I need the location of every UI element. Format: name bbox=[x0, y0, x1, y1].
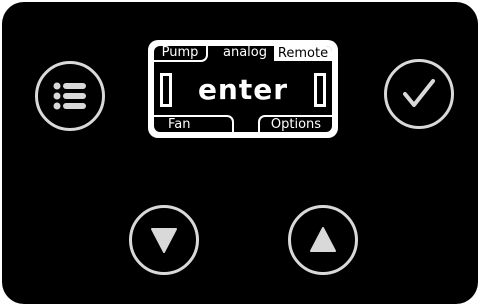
tab-options: Options bbox=[258, 115, 332, 132]
tab-pump: Pump bbox=[154, 46, 208, 62]
tab-fan: Fan bbox=[154, 115, 234, 132]
checkmark-icon bbox=[401, 78, 437, 110]
left-indicator-bar bbox=[160, 73, 172, 107]
right-indicator-bar bbox=[314, 73, 326, 107]
triangle-down-icon bbox=[149, 226, 179, 254]
menu-button[interactable] bbox=[35, 61, 105, 131]
triangle-up-icon bbox=[308, 226, 338, 254]
lcd-display: Pump analog Remote enter Fan Options bbox=[148, 40, 338, 138]
control-panel: Pump analog Remote enter Fan Options bbox=[2, 2, 478, 304]
lcd-screen: Pump analog Remote enter Fan Options bbox=[154, 46, 332, 132]
up-button[interactable] bbox=[288, 205, 358, 275]
tab-remote: Remote bbox=[274, 46, 332, 61]
confirm-button[interactable] bbox=[384, 59, 454, 129]
menu-list-icon bbox=[52, 81, 88, 111]
main-display-text: enter bbox=[197, 73, 289, 106]
mode-label-analog: analog bbox=[223, 45, 267, 60]
down-button[interactable] bbox=[129, 205, 199, 275]
